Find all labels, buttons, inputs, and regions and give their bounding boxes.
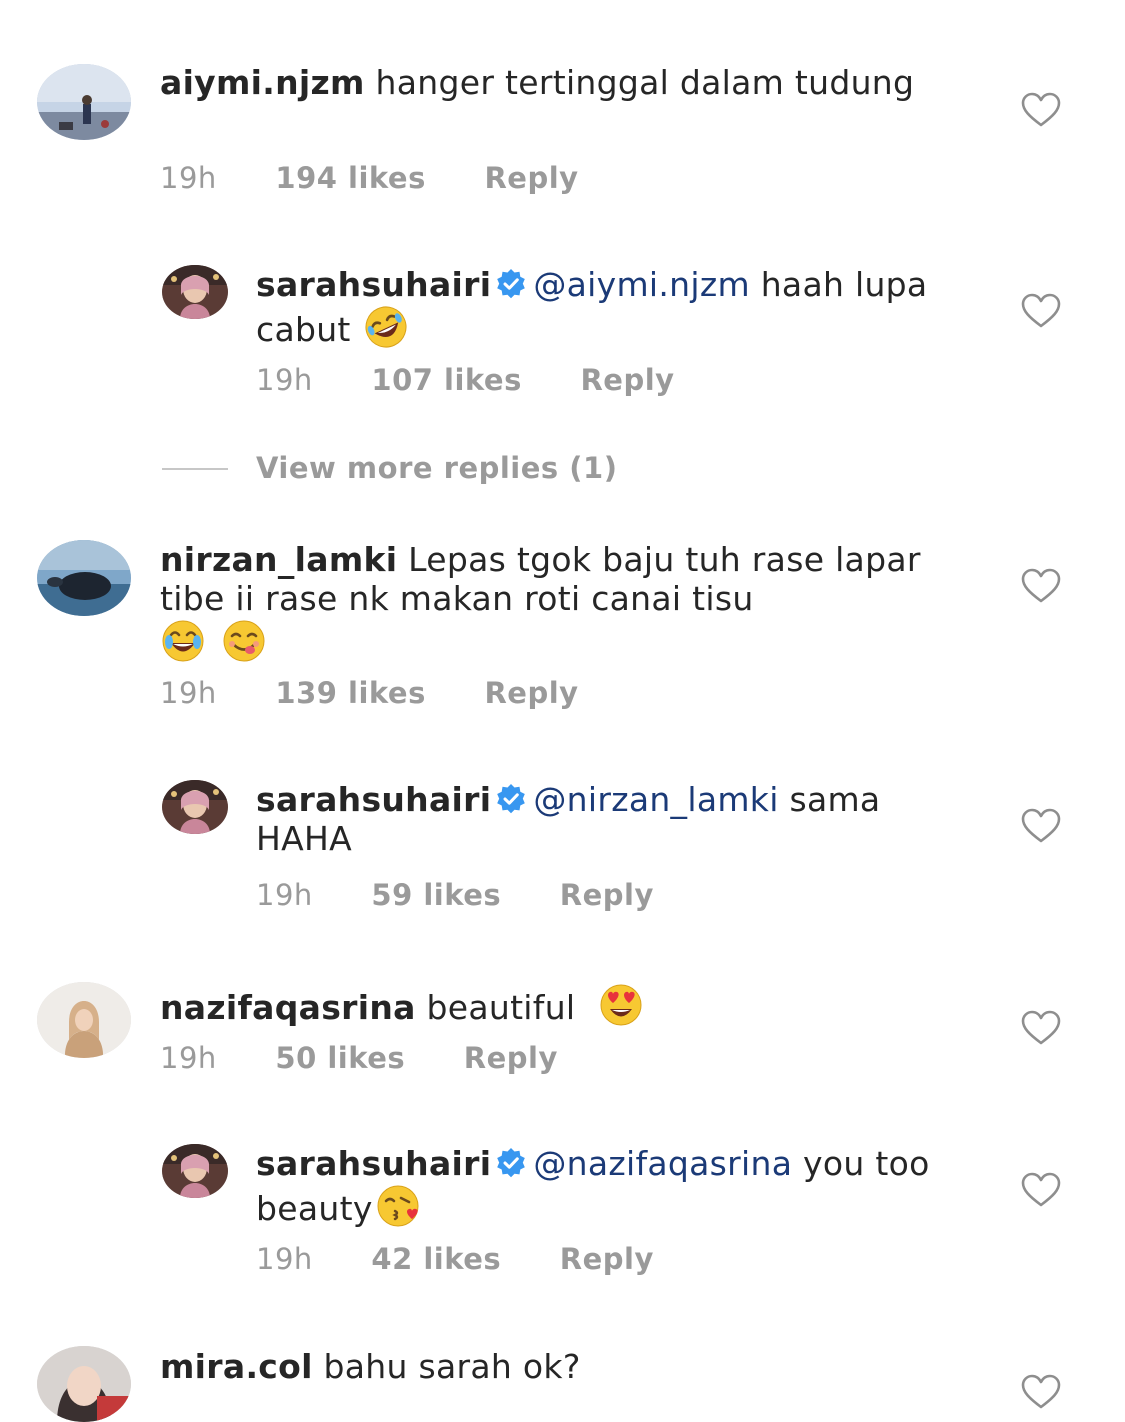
heart-eyes-emoji-icon bbox=[600, 984, 642, 1026]
heart-icon[interactable] bbox=[1021, 1374, 1061, 1410]
comment-body: aiymi.njzm hanger tertinggal dalam tudun… bbox=[160, 63, 960, 102]
reply-button[interactable]: Reply bbox=[580, 363, 674, 397]
avatar[interactable] bbox=[162, 780, 228, 834]
comment-meta: 19h 50 likes Reply bbox=[160, 1041, 606, 1075]
tears-of-joy-emoji-icon bbox=[162, 620, 204, 662]
reply-button[interactable]: Reply bbox=[484, 676, 578, 710]
avatar[interactable] bbox=[37, 1346, 131, 1422]
avatar[interactable] bbox=[162, 265, 228, 319]
reply-button[interactable]: Reply bbox=[560, 878, 654, 912]
view-more-replies-label[interactable]: View more replies (1) bbox=[256, 451, 617, 485]
username[interactable]: sarahsuhairi bbox=[256, 780, 491, 819]
timestamp: 19h bbox=[256, 363, 313, 397]
avatar[interactable] bbox=[37, 540, 131, 616]
timestamp: 19h bbox=[160, 1041, 217, 1075]
avatar[interactable] bbox=[37, 64, 131, 140]
face-savoring-food-emoji-icon bbox=[223, 620, 265, 662]
likes-count[interactable]: 139 likes bbox=[275, 676, 425, 710]
avatar[interactable] bbox=[37, 982, 131, 1058]
heart-icon[interactable] bbox=[1021, 92, 1061, 128]
comment-text: bahu sarah ok? bbox=[323, 1347, 581, 1386]
heart-icon[interactable] bbox=[1021, 568, 1061, 604]
comment-text: hanger tertinggal dalam tudung bbox=[375, 63, 915, 102]
likes-count[interactable]: 42 likes bbox=[371, 1242, 501, 1276]
timestamp: 19h bbox=[256, 878, 313, 912]
avatar[interactable] bbox=[162, 1144, 228, 1198]
username[interactable]: sarahsuhairi bbox=[256, 265, 491, 304]
comment-body: nirzan_lamki Lepas tgok baju tuh rase la… bbox=[160, 540, 960, 664]
comment-body: sarahsuhairi @aiymi.njzm haah lupa cabut bbox=[256, 265, 976, 350]
reply-button[interactable]: Reply bbox=[560, 1242, 654, 1276]
mention-link[interactable]: @nazifaqasrina bbox=[533, 1144, 792, 1183]
comment-body: sarahsuhairi @nazifaqasrina you too beaut… bbox=[256, 1144, 976, 1229]
likes-count[interactable]: 194 likes bbox=[275, 161, 425, 195]
reply-button[interactable]: Reply bbox=[484, 161, 578, 195]
username[interactable]: nazifaqasrina bbox=[160, 988, 416, 1027]
divider bbox=[162, 468, 228, 470]
comment-body: mira.col bahu sarah ok? bbox=[160, 1347, 960, 1386]
comment-meta: 19h 194 likes Reply bbox=[160, 161, 627, 195]
timestamp: 19h bbox=[160, 161, 217, 195]
timestamp: 19h bbox=[160, 676, 217, 710]
verified-badge-icon bbox=[495, 783, 527, 815]
comment-meta: 19h 59 likes Reply bbox=[256, 878, 702, 912]
username[interactable]: nirzan_lamki bbox=[160, 540, 397, 579]
verified-badge-icon bbox=[495, 268, 527, 300]
reply-button[interactable]: Reply bbox=[464, 1041, 558, 1075]
username[interactable]: mira.col bbox=[160, 1347, 313, 1386]
face-blowing-kiss-emoji-icon bbox=[377, 1185, 419, 1227]
username[interactable]: aiymi.njzm bbox=[160, 63, 365, 102]
mention-link[interactable]: @aiymi.njzm bbox=[533, 265, 750, 304]
rolling-on-floor-laughing-emoji-icon bbox=[365, 306, 407, 348]
verified-badge-icon bbox=[495, 1147, 527, 1179]
likes-count[interactable]: 59 likes bbox=[371, 878, 501, 912]
comment-meta: 19h 107 likes Reply bbox=[256, 363, 723, 397]
heart-icon[interactable] bbox=[1021, 1172, 1061, 1208]
comment-meta: 19h 139 likes Reply bbox=[160, 676, 627, 710]
comment-meta: 19h 42 likes Reply bbox=[256, 1242, 702, 1276]
likes-count[interactable]: 107 likes bbox=[371, 363, 521, 397]
comment-body: nazifaqasrina beautiful bbox=[160, 982, 960, 1028]
comment-text: beautiful bbox=[426, 988, 576, 1027]
timestamp: 19h bbox=[256, 1242, 313, 1276]
comment-body: sarahsuhairi @nirzan_lamki sama HAHA bbox=[256, 780, 976, 858]
heart-icon[interactable] bbox=[1021, 293, 1061, 329]
username[interactable]: sarahsuhairi bbox=[256, 1144, 491, 1183]
likes-count[interactable]: 50 likes bbox=[275, 1041, 405, 1075]
mention-link[interactable]: @nirzan_lamki bbox=[533, 780, 778, 819]
heart-icon[interactable] bbox=[1021, 1010, 1061, 1046]
heart-icon[interactable] bbox=[1021, 808, 1061, 844]
